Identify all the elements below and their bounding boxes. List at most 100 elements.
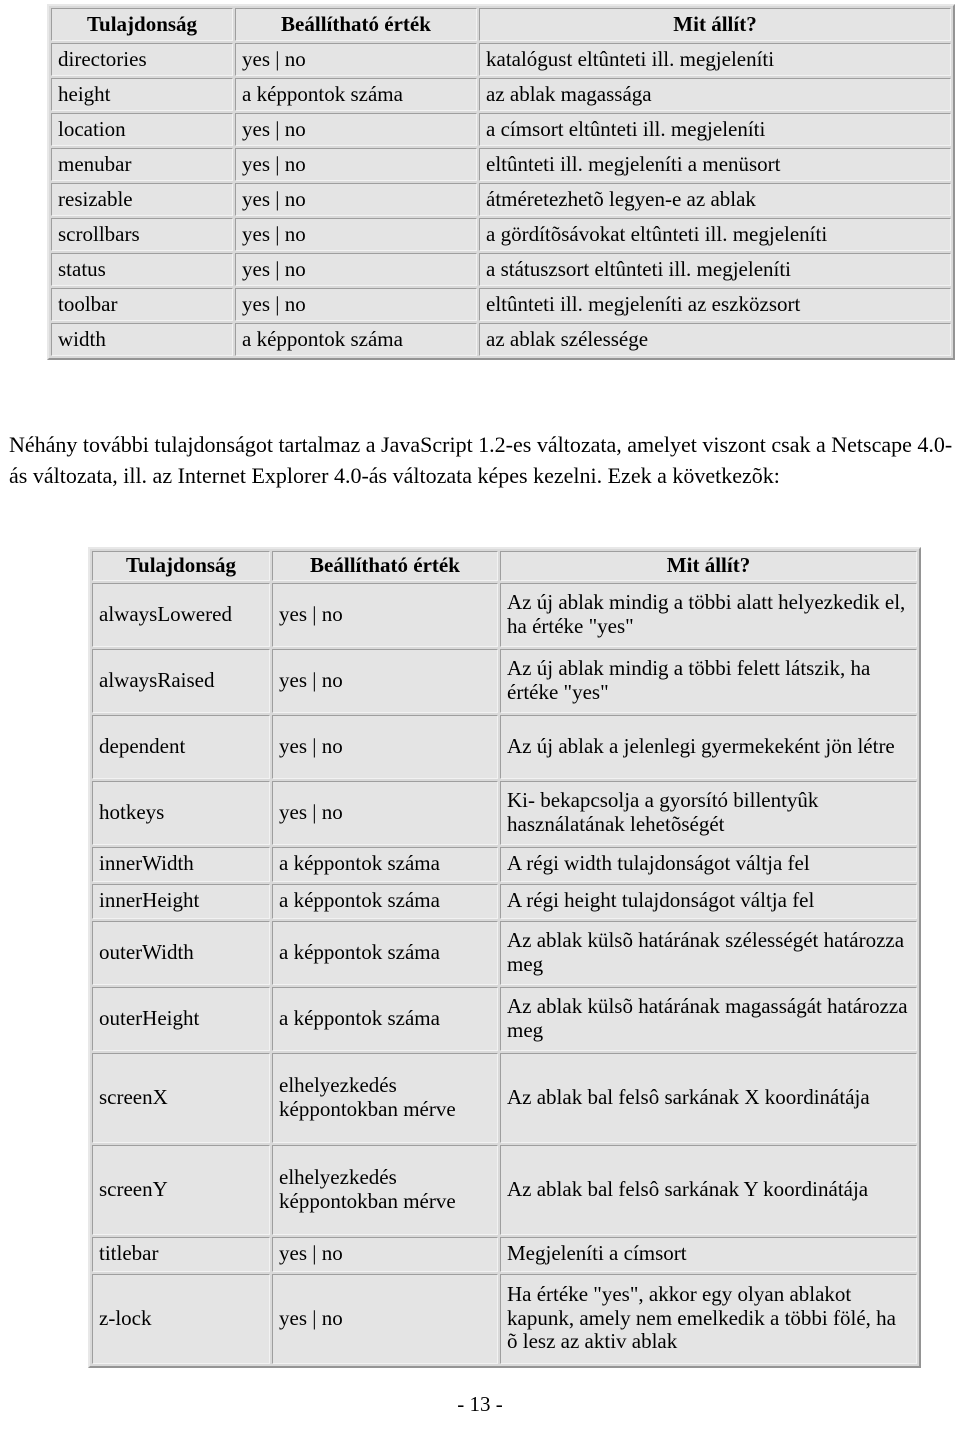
table-one-body: directories yes | no katalógust eltûnteti … (51, 43, 951, 356)
table-cell-property: alwaysRaised (92, 648, 270, 713)
table-cell-property: dependent (92, 714, 270, 779)
table-row: alwaysRaised yes | no Az új ablak mindig a… (92, 648, 917, 713)
table-cell-description: katalógust eltûnteti ill. megjeleníti (479, 43, 951, 76)
column-header-value: Beállítható érték (235, 8, 477, 41)
table-cell-value: a képpontok száma (272, 986, 498, 1051)
table-cell-property: z-lock (92, 1273, 270, 1364)
table-cell-property: screenY (92, 1144, 270, 1235)
table-row: screenX elhelyezkedés képpontokban mérve A… (92, 1052, 917, 1143)
table-cell-description: A régi height tulajdonságot váltja fel (500, 883, 917, 919)
table-cell-value: yes | no (272, 648, 498, 713)
table-header-row: Tulajdonság Beállítható érték Mit állít? (51, 8, 951, 41)
table-cell-value: elhelyezkedés képpontokban mérve (272, 1052, 498, 1143)
table-header-row: Tulajdonság Beállítható érték Mit állít? (92, 551, 917, 581)
table-cell-description: eltûnteti ill. megjeleníti a menüsort (479, 148, 951, 181)
column-header-value: Beállítható érték (272, 551, 498, 581)
table-row: outerHeight a képpontok száma Az ablak kül… (92, 986, 917, 1051)
table-cell-value: yes | no (272, 714, 498, 779)
table-row: innerWidth a képpontok száma A régi width … (92, 846, 917, 882)
table-cell-description: átméretezhetõ legyen-e az ablak (479, 183, 951, 216)
column-header-property: Tulajdonság (51, 8, 233, 41)
table-cell-description: Az ablak külsõ határának magasságát hatá… (500, 986, 917, 1051)
table-cell-value: elhelyezkedés képpontokban mérve (272, 1144, 498, 1235)
table-two-body: alwaysLowered yes | no Az új ablak mindig … (92, 582, 917, 1364)
table-row: directories yes | no katalógust eltûnteti … (51, 43, 951, 76)
column-header-property: Tulajdonság (92, 551, 270, 581)
table-cell-description: Az ablak bal felsô sarkának X koordinátá… (500, 1052, 917, 1143)
table-cell-property: location (51, 113, 233, 146)
table-one-head: Tulajdonság Beállítható érték Mit állít? (51, 8, 951, 41)
table-cell-property: titlebar (92, 1236, 270, 1272)
table-cell-description: Az új ablak mindig a többi felett látszi… (500, 648, 917, 713)
table-cell-property: directories (51, 43, 233, 76)
table-cell-value: a képpontok száma (272, 920, 498, 985)
table-cell-description: a gördítõsávokat eltûnteti ill. megjelen… (479, 218, 951, 251)
table-cell-value: yes | no (235, 253, 477, 286)
table-cell-property: scrollbars (51, 218, 233, 251)
table-row: dependent yes | no Az új ablak a jelenlegi… (92, 714, 917, 779)
table-row: screenY elhelyezkedés képpontokban mérve A… (92, 1144, 917, 1235)
window-features-table-container: Tulajdonság Beállítható érték Mit állít?… (47, 4, 955, 360)
table-cell-value: a képpontok száma (272, 883, 498, 919)
intro-paragraph: Néhány további tulajdonságot tartalmaz a… (9, 432, 953, 488)
table-cell-value: yes | no (272, 1273, 498, 1364)
table-cell-value: yes | no (235, 288, 477, 321)
table-cell-value: yes | no (235, 218, 477, 251)
table-row: innerHeight a képpontok száma A régi heigh… (92, 883, 917, 919)
table-row: hotkeys yes | no Ki- bekapcsolja a gyorsít… (92, 780, 917, 845)
table-cell-property: height (51, 78, 233, 111)
table-row: location yes | no a címsort eltûnteti ill.… (51, 113, 951, 146)
column-header-description: Mit állít? (500, 551, 917, 581)
table-cell-value: a képpontok száma (235, 323, 477, 356)
table-cell-value: yes | no (235, 43, 477, 76)
table-cell-description: a státuszsort eltûnteti ill. megjeleníti (479, 253, 951, 286)
table-cell-property: hotkeys (92, 780, 270, 845)
table-cell-description: Megjeleníti a címsort (500, 1236, 917, 1272)
table-cell-value: yes | no (235, 148, 477, 181)
table-cell-property: resizable (51, 183, 233, 216)
table-cell-value: yes | no (272, 780, 498, 845)
table-cell-description: az ablak magassága (479, 78, 951, 111)
table-row: outerWidth a képpontok száma Az ablak küls… (92, 920, 917, 985)
table-cell-description: eltûnteti ill. megjeleníti az eszközsort (479, 288, 951, 321)
table-row: status yes | no a státuszsort eltûnteti il… (51, 253, 951, 286)
table-two-head: Tulajdonság Beállítható érték Mit állít? (92, 551, 917, 581)
table-cell-description: Az új ablak mindig a többi alatt helyezk… (500, 582, 917, 647)
table-cell-description: Ki- bekapcsolja a gyorsító billentyûk ha… (500, 780, 917, 845)
table-row: alwaysLowered yes | no Az új ablak mindig … (92, 582, 917, 647)
js12-window-features-table: Tulajdonság Beállítható érték Mit állít?… (88, 547, 921, 1368)
table-row: titlebar yes | no Megjeleníti a címsort (92, 1236, 917, 1272)
table-row: resizable yes | no átméretezhetõ legyen-e … (51, 183, 951, 216)
table-cell-property: menubar (51, 148, 233, 181)
table-cell-property: screenX (92, 1052, 270, 1143)
column-header-description: Mit állít? (479, 8, 951, 41)
table-cell-property: outerWidth (92, 920, 270, 985)
table-row: scrollbars yes | no a gördítõsávokat eltûn… (51, 218, 951, 251)
table-cell-value: yes | no (272, 1236, 498, 1272)
table-row: menubar yes | no eltûnteti ill. megjelenít… (51, 148, 951, 181)
table-cell-property: innerWidth (92, 846, 270, 882)
table-row: height a képpontok száma az ablak magasság… (51, 78, 951, 111)
table-cell-property: width (51, 323, 233, 356)
table-cell-description: A régi width tulajdonságot váltja fel (500, 846, 917, 882)
table-cell-property: status (51, 253, 233, 286)
table-cell-property: toolbar (51, 288, 233, 321)
table-cell-property: alwaysLowered (92, 582, 270, 647)
table-cell-description: Ha értéke "yes", akkor egy olyan ablakot… (500, 1273, 917, 1364)
table-row: width a képpontok száma az ablak szélesség… (51, 323, 951, 356)
table-cell-description: Az ablak bal felsô sarkának Y koordinátá… (500, 1144, 917, 1235)
table-cell-property: innerHeight (92, 883, 270, 919)
table-cell-value: yes | no (235, 113, 477, 146)
table-cell-description: a címsort eltûnteti ill. megjeleníti (479, 113, 951, 146)
table-row: toolbar yes | no eltûnteti ill. megjelenít… (51, 288, 951, 321)
table-cell-description: Az új ablak a jelenlegi gyermekeként jön… (500, 714, 917, 779)
table-cell-value: a képpontok száma (235, 78, 477, 111)
table-cell-description: Az ablak külsõ határának szélességét hat… (500, 920, 917, 985)
js12-window-features-table-container: Tulajdonság Beállítható érték Mit állít?… (88, 547, 921, 1368)
table-cell-value: yes | no (235, 183, 477, 216)
page-number: - 13 - (457, 1392, 503, 1416)
table-row: z-lock yes | no Ha értéke "yes", akkor egy… (92, 1273, 917, 1364)
table-cell-description: az ablak szélessége (479, 323, 951, 356)
table-cell-value: yes | no (272, 582, 498, 647)
table-cell-property: outerHeight (92, 986, 270, 1051)
